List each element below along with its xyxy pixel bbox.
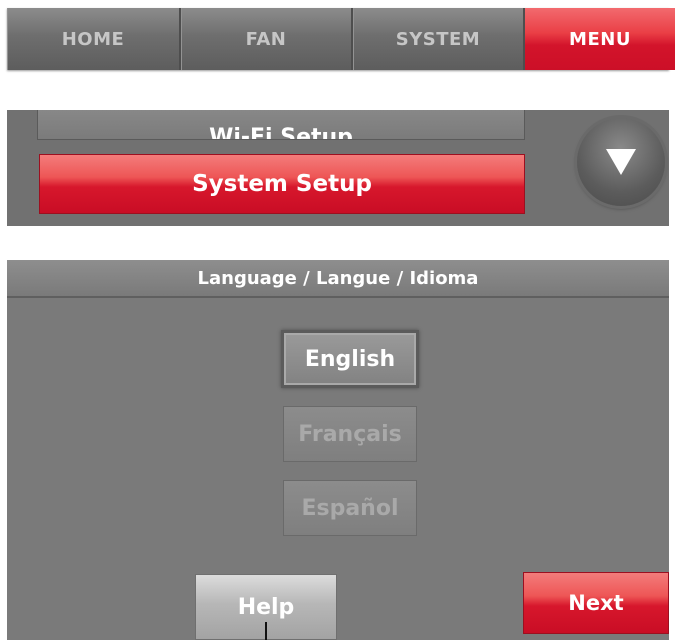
language-option-english[interactable]: English [281,330,419,388]
language-screen: Language / Langue / Idioma English Franç… [7,260,669,640]
tab-fan[interactable]: FAN [181,8,353,70]
language-option-francais[interactable]: Français [283,406,417,462]
next-button[interactable]: Next [523,572,669,634]
menu-list-panel: Wi-Fi Setup System Setup [7,110,669,226]
language-option-espanol[interactable]: Español [283,480,417,536]
triangle-down-icon [606,149,636,175]
callout-line [265,622,267,640]
top-tab-bar: HOME FAN SYSTEM MENU [7,8,675,70]
tab-menu[interactable]: MENU [525,8,675,70]
language-title: Language / Langue / Idioma [7,260,669,298]
menu-item-system-setup[interactable]: System Setup [39,154,525,214]
menu-item-label: Wi-Fi Setup [209,125,353,140]
menu-item-wifi-setup[interactable]: Wi-Fi Setup [37,110,525,140]
scroll-down-button[interactable] [577,118,665,206]
tab-home[interactable]: HOME [7,8,181,70]
tab-system[interactable]: SYSTEM [353,8,525,70]
